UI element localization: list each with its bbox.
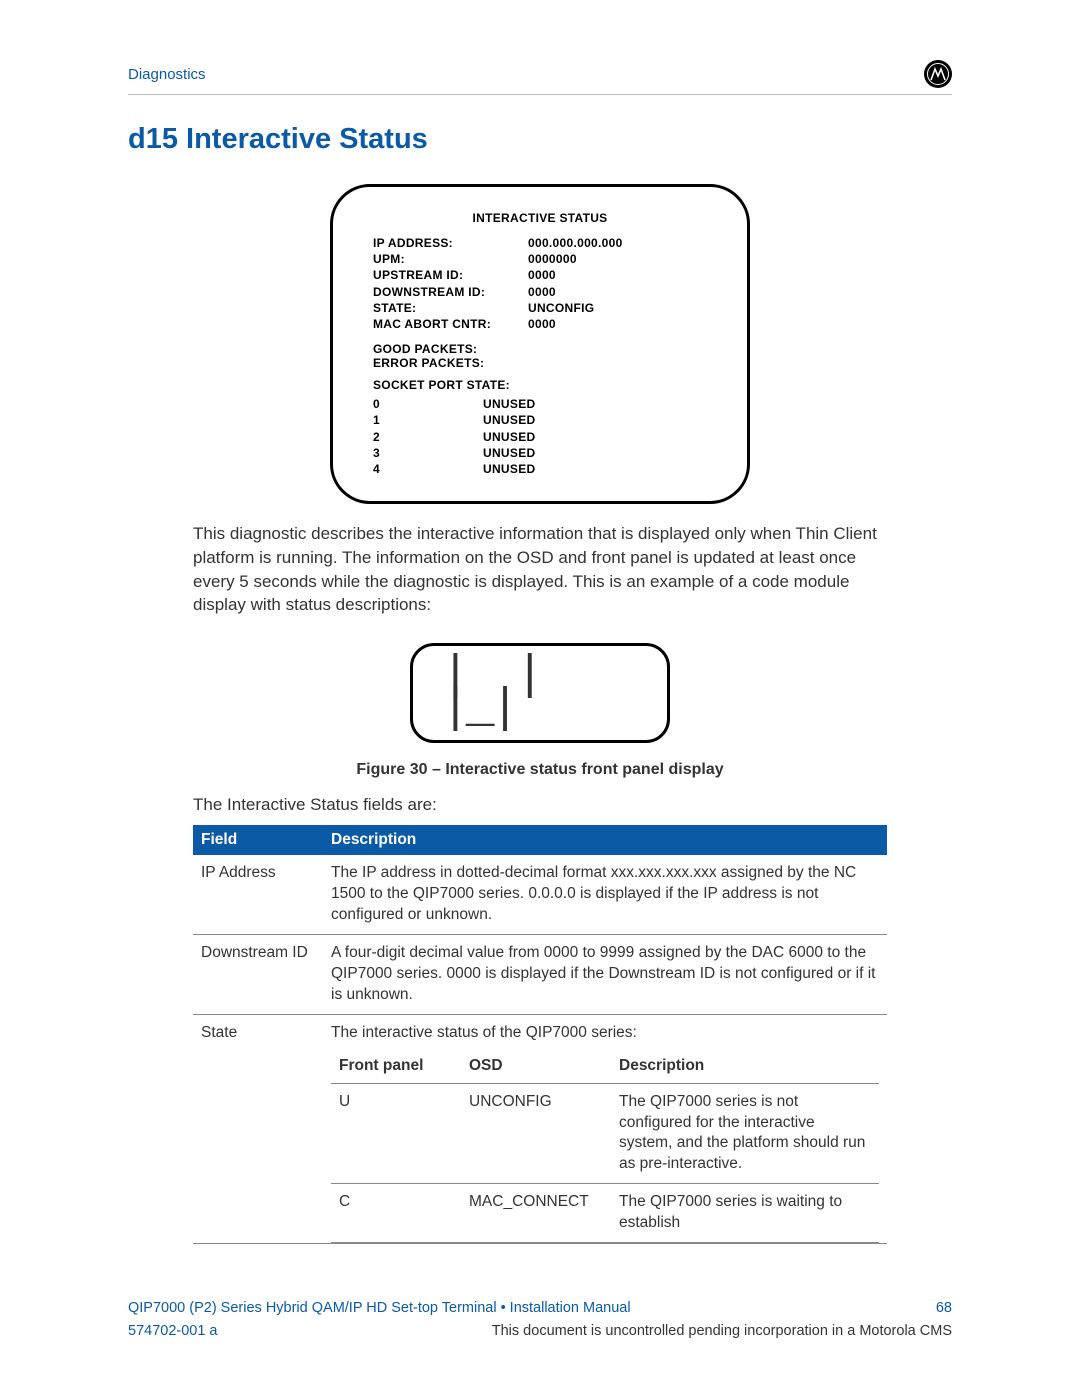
- cell-desc: The QIP7000 series is waiting to establi…: [611, 1184, 879, 1243]
- panel-key: ERROR PACKETS:: [373, 356, 725, 370]
- section-label: Diagnostics: [128, 66, 206, 83]
- footer-page-number: 68: [936, 1297, 952, 1320]
- cell-desc: The interactive status of the QIP7000 se…: [323, 1014, 887, 1243]
- footer-disclaimer: This document is uncontrolled pending in…: [492, 1320, 952, 1343]
- col-field: Field: [193, 825, 323, 855]
- col-description: Description: [323, 825, 887, 855]
- panel-key: UPM:: [373, 251, 528, 267]
- panel-key: 3: [373, 445, 483, 461]
- panel-value: UNUSED: [483, 461, 535, 477]
- page-title: d15 Interactive Status: [128, 123, 952, 156]
- fields-table: Field Description IP Address The IP addr…: [193, 825, 887, 1244]
- table-row: IP Address The IP address in dotted-deci…: [193, 855, 887, 934]
- cell-field: IP Address: [193, 855, 323, 934]
- cell-fp: U: [331, 1083, 461, 1184]
- page-header: Diagnostics: [128, 60, 952, 95]
- figure-caption: Figure 30 – Interactive status front pan…: [128, 761, 952, 779]
- panel-value: 0000: [528, 316, 556, 332]
- panel-key: 4: [373, 461, 483, 477]
- panel-key: 2: [373, 429, 483, 445]
- panel-key: 0: [373, 396, 483, 412]
- state-desc-text: The interactive status of the QIP7000 se…: [331, 1023, 879, 1044]
- panel-value: 0000: [528, 284, 556, 300]
- table-row: Downstream ID A four-digit decimal value…: [193, 935, 887, 1015]
- panel-title: INTERACTIVE STATUS: [355, 211, 725, 225]
- panel-value: UNCONFIG: [528, 300, 594, 316]
- footer-doc-number: 574702-001 a: [128, 1320, 218, 1343]
- interactive-status-panel: INTERACTIVE STATUS IP ADDRESS:000.000.00…: [330, 184, 750, 504]
- panel-key: 1: [373, 412, 483, 428]
- cell-desc: The IP address in dotted-decimal format …: [323, 855, 887, 934]
- table-row: U UNCONFIG The QIP7000 series is not con…: [331, 1083, 879, 1184]
- panel-key: IP ADDRESS:: [373, 235, 528, 251]
- col-osd: OSD: [461, 1050, 611, 1083]
- panel-value: 0000: [528, 267, 556, 283]
- panel-value: UNUSED: [483, 445, 535, 461]
- page-footer: QIP7000 (P2) Series Hybrid QAM/IP HD Set…: [128, 1297, 952, 1343]
- cell-osd: MAC_CONNECT: [461, 1184, 611, 1243]
- body-paragraph: This diagnostic describes the interactiv…: [193, 522, 887, 617]
- panel-value: UNUSED: [483, 396, 535, 412]
- panel-value: 0000000: [528, 251, 577, 267]
- panel-key: DOWNSTREAM ID:: [373, 284, 528, 300]
- cell-desc: A four-digit decimal value from 0000 to …: [323, 935, 887, 1015]
- state-inner-table: Front panel OSD Description U UNCONFIG T…: [331, 1050, 879, 1243]
- col-front-panel: Front panel: [331, 1050, 461, 1083]
- footer-product: QIP7000 (P2) Series Hybrid QAM/IP HD Set…: [128, 1297, 631, 1320]
- motorola-logo-icon: [924, 60, 952, 88]
- table-row: State The interactive status of the QIP7…: [193, 1014, 887, 1243]
- panel-value: UNUSED: [483, 412, 535, 428]
- panel-key: MAC ABORT CNTR:: [373, 316, 528, 332]
- cell-desc: The QIP7000 series is not configured for…: [611, 1083, 879, 1184]
- panel-key: SOCKET PORT STATE:: [373, 378, 725, 392]
- panel-value: 000.000.000.000: [528, 235, 623, 251]
- cell-osd: UNCONFIG: [461, 1083, 611, 1184]
- panel-key: UPSTREAM ID:: [373, 267, 528, 283]
- table-row: C MAC_CONNECT The QIP7000 series is wait…: [331, 1184, 879, 1243]
- cell-field: State: [193, 1014, 323, 1243]
- front-panel-display: | | |_|: [410, 643, 670, 743]
- cell-fp: C: [331, 1184, 461, 1243]
- cell-field: Downstream ID: [193, 935, 323, 1015]
- u-glyph-icon: | | |_|: [441, 660, 540, 727]
- table-intro: The Interactive Status fields are:: [193, 795, 887, 815]
- panel-key: STATE:: [373, 300, 528, 316]
- panel-key: GOOD PACKETS:: [373, 342, 725, 356]
- col-description: Description: [611, 1050, 879, 1083]
- panel-value: UNUSED: [483, 429, 535, 445]
